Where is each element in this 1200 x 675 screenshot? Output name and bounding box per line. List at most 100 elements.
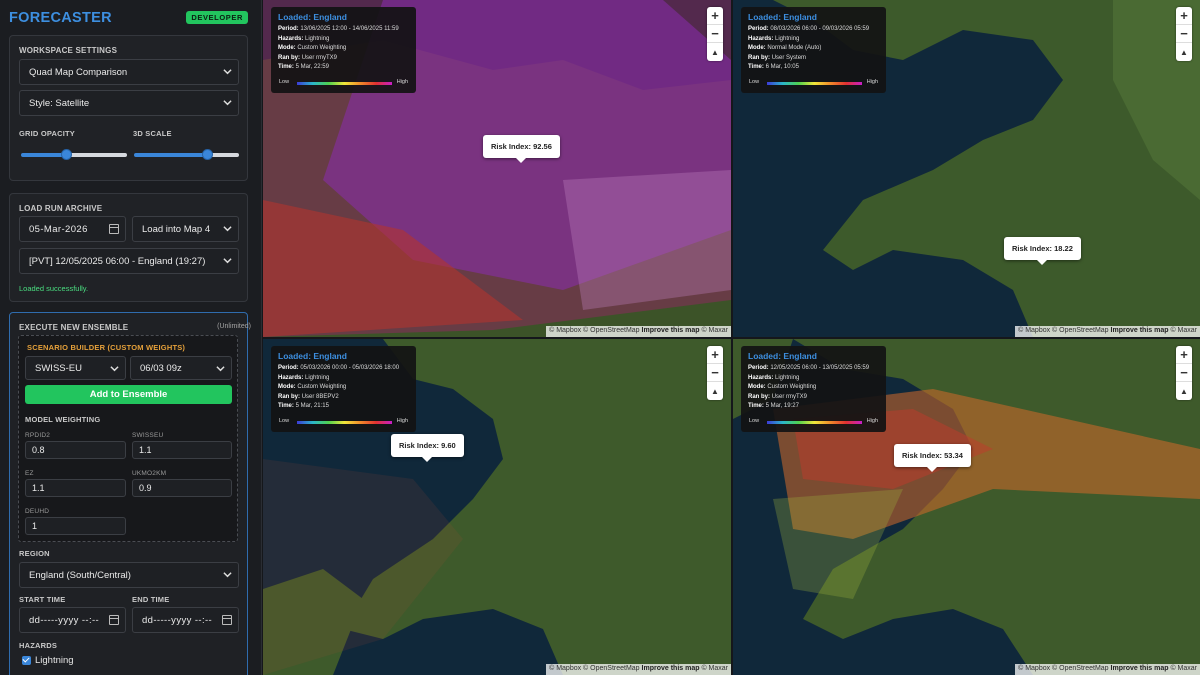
minus-icon[interactable]: − <box>707 364 723 382</box>
period-value: 08/03/2026 06:00 - 09/03/2026 05:59 <box>770 26 870 32</box>
map-hazards: Hazards: Lightning <box>278 374 409 384</box>
chevron-down-icon <box>223 572 232 578</box>
region-select[interactable]: England (South/Central) <box>19 562 239 588</box>
improve-map-link[interactable]: Improve this map <box>1111 327 1169 334</box>
time-value: 6 Mar, 10:05 <box>765 64 799 70</box>
time-value: 5 Mar, 19:27 <box>765 403 799 409</box>
period-key: Period: <box>278 26 299 32</box>
mode-key: Mode: <box>278 45 296 51</box>
grid-opacity-slider[interactable] <box>21 149 127 161</box>
compass-icon[interactable]: ▲ <box>1176 43 1192 61</box>
risk-index-popup: Risk Index: 18.22 <box>1004 237 1081 265</box>
time-value: 5 Mar, 22:59 <box>295 64 329 70</box>
load-target-select[interactable]: Load into Map 4 <box>132 216 239 242</box>
ran-by-value: User rmyTX9 <box>301 54 338 61</box>
ran-by-value: User rmyTX9 <box>771 393 808 400</box>
weight-label: EZ <box>25 470 34 477</box>
layout-select[interactable]: Quad Map Comparison <box>19 59 239 85</box>
model-select[interactable]: SWISS-EU <box>25 356 126 380</box>
ran-by-value: User 8BEPV2 <box>301 393 339 400</box>
hazards-value: Lightning <box>775 35 800 42</box>
plus-icon[interactable]: + <box>1176 346 1192 364</box>
improve-map-link[interactable]: Improve this map <box>1111 665 1169 672</box>
legend-high: High <box>396 418 408 424</box>
attrib-text: © Mapbox © OpenStreetMap <box>549 665 642 672</box>
weight-input[interactable]: 0.9 <box>132 479 232 497</box>
map-mode: Mode: Normal Mode (Auto) <box>748 44 879 54</box>
map-mode: Mode: Custom Weighting <box>278 44 409 54</box>
start-time-input[interactable]: dd-----yyyy --:-- <box>19 607 126 633</box>
map-time: Time: 5 Mar, 21:15 <box>278 402 409 412</box>
map-loaded-region: Loaded: England <box>278 12 347 22</box>
map-attribution: © Mapbox © OpenStreetMap Improve this ma… <box>546 326 731 337</box>
map-3[interactable]: Loaded: England Period: 05/03/2026 00:00… <box>263 339 731 675</box>
attrib-text-2: © Maxar <box>699 665 728 672</box>
3d-scale-slider[interactable] <box>134 149 239 161</box>
hazards-key: Hazards: <box>278 374 304 381</box>
weight-input[interactable]: 1.1 <box>132 441 232 459</box>
minus-icon[interactable]: − <box>707 25 723 43</box>
end-time-input[interactable]: dd-----yyyy --:-- <box>132 607 239 633</box>
model-weighting-title: MODEL WEIGHTING <box>25 415 101 424</box>
map-zoom-controls: + − ▲ <box>1176 346 1192 400</box>
map-2[interactable]: Loaded: England Period: 08/03/2026 06:00… <box>733 0 1200 337</box>
attrib-text: © Mapbox © OpenStreetMap <box>1018 665 1111 672</box>
plus-icon[interactable]: + <box>1176 7 1192 25</box>
attrib-text: © Mapbox © OpenStreetMap <box>549 327 642 334</box>
add-to-ensemble-button[interactable]: Add to Ensemble <box>25 385 232 404</box>
run-archive-select[interactable]: [PVT] 12/05/2025 06:00 - England (19:27) <box>19 248 239 274</box>
period-key: Period: <box>278 365 299 371</box>
map-period: Period: 08/03/2026 06:00 - 09/03/2026 05… <box>748 25 879 35</box>
start-time-placeholder: dd-----yyyy --:-- <box>29 614 100 626</box>
legend-gradient <box>297 82 392 85</box>
mode-value: Custom Weighting <box>767 384 817 390</box>
end-time-label: END TIME <box>132 595 170 604</box>
improve-map-link[interactable]: Improve this map <box>642 327 700 334</box>
slider-thumb[interactable] <box>202 149 213 160</box>
calendar-icon[interactable] <box>222 615 232 625</box>
chevron-down-icon <box>223 100 232 106</box>
model-run-value: 06/03 09z <box>140 362 182 374</box>
minus-icon[interactable]: − <box>1176 364 1192 382</box>
slider-thumb[interactable] <box>61 149 72 160</box>
map-attribution: © Mapbox © OpenStreetMap Improve this ma… <box>546 664 731 675</box>
ran-by-key: Ran by: <box>278 393 301 400</box>
map-4[interactable]: Loaded: England Period: 12/05/2025 06:00… <box>733 339 1200 675</box>
improve-map-link[interactable]: Improve this map <box>642 665 700 672</box>
map-time: Time: 5 Mar, 19:27 <box>748 402 879 412</box>
risk-legend: Low High <box>279 79 408 89</box>
weight-input[interactable]: 1 <box>25 517 126 535</box>
calendar-icon[interactable] <box>109 224 119 234</box>
attrib-text-2: © Maxar <box>1168 665 1197 672</box>
slider-track-filled <box>21 153 66 157</box>
map-1[interactable]: Loaded: England Period: 13/06/2025 12:00… <box>263 0 731 337</box>
model-run-select[interactable]: 06/03 09z <box>130 356 232 380</box>
weight-input[interactable]: 1.1 <box>25 479 126 497</box>
chevron-down-icon <box>216 366 225 372</box>
attrib-text-2: © Maxar <box>699 327 728 334</box>
lightning-checkbox[interactable] <box>22 656 31 665</box>
legend-low: Low <box>749 418 760 424</box>
compass-icon[interactable]: ▲ <box>707 43 723 61</box>
map-loaded-region: Loaded: England <box>748 351 817 361</box>
weight-input[interactable]: 0.8 <box>25 441 126 459</box>
end-time-placeholder: dd-----yyyy --:-- <box>142 614 213 626</box>
map-info-card: Loaded: England Period: 12/05/2025 06:00… <box>741 346 886 432</box>
compass-icon[interactable]: ▲ <box>1176 382 1192 400</box>
archive-date-input[interactable]: 05-Mar-2026 <box>19 216 126 242</box>
compass-icon[interactable]: ▲ <box>707 382 723 400</box>
app-title: FORECASTER <box>9 10 112 26</box>
weight-label: DEUHD <box>25 508 50 515</box>
ran-by-key: Ran by: <box>278 54 301 61</box>
ran-by-key: Ran by: <box>748 393 771 400</box>
time-key: Time: <box>278 64 294 70</box>
minus-icon[interactable]: − <box>1176 25 1192 43</box>
map-loaded-region: Loaded: England <box>278 351 347 361</box>
plus-icon[interactable]: + <box>707 7 723 25</box>
legend-gradient <box>767 82 862 85</box>
time-value: 5 Mar, 21:15 <box>295 403 329 409</box>
plus-icon[interactable]: + <box>707 346 723 364</box>
calendar-icon[interactable] <box>109 615 119 625</box>
style-select[interactable]: Style: Satellite <box>19 90 239 116</box>
map-ran-by: Ran by: User System <box>748 54 879 64</box>
